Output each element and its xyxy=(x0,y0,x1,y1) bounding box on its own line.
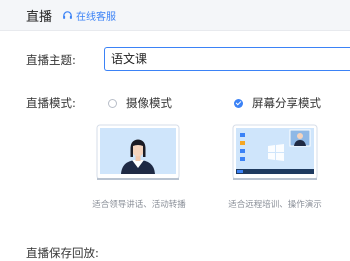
save-replay-label: 直播保存回放: xyxy=(26,246,99,260)
radio-checked-icon xyxy=(234,98,243,108)
camera-mode-caption: 适合领导讲话、活动转播 xyxy=(92,200,186,210)
screen-share-mode-radio[interactable]: 屏幕分享模式 xyxy=(234,95,321,111)
camera-mode-label: 摄像模式 xyxy=(126,96,172,110)
top-bar: 直播 在线客服 xyxy=(0,0,350,31)
online-service-label: 在线客服 xyxy=(76,12,116,23)
mode-label: 直播模式: xyxy=(26,96,76,110)
camera-mode-illustration[interactable] xyxy=(96,124,180,182)
topic-input[interactable]: 语文课 xyxy=(104,47,350,71)
headset-icon xyxy=(63,11,72,19)
camera-mode-radio[interactable]: 摄像模式 xyxy=(108,95,172,111)
page-title: 直播 xyxy=(26,10,53,25)
screen-share-mode-label: 屏幕分享模式 xyxy=(252,96,321,110)
online-service-link[interactable]: 在线客服 xyxy=(62,8,116,23)
radio-unchecked-icon xyxy=(108,98,117,108)
screen-share-illustration[interactable] xyxy=(232,124,318,182)
topic-label: 直播主题: xyxy=(26,53,76,67)
screen-share-mode-caption: 适合远程培训、操作演示 xyxy=(228,200,322,210)
